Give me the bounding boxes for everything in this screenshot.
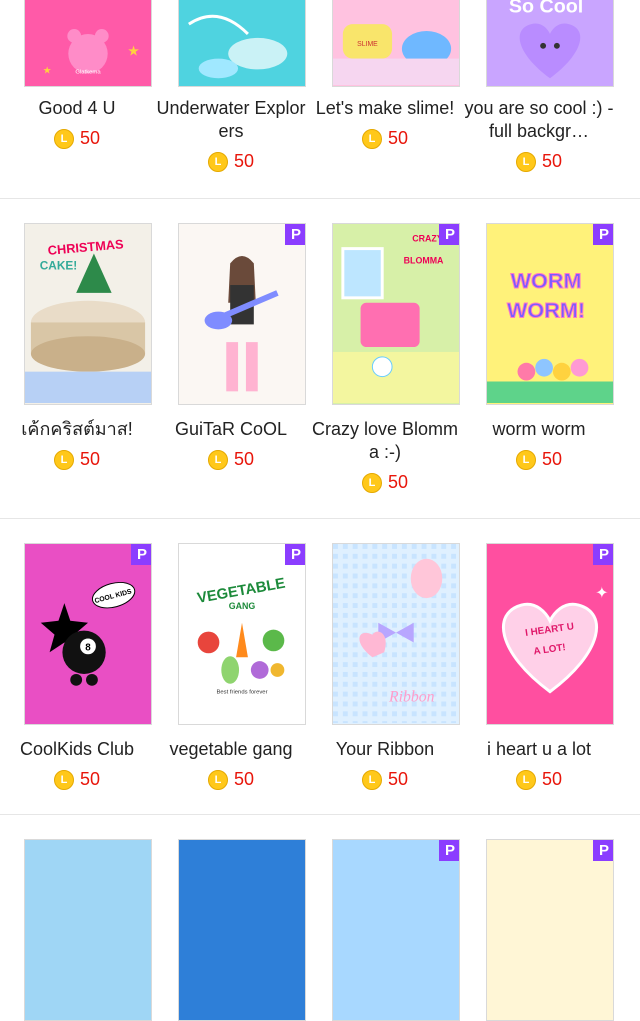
coin-icon: L [515,769,536,790]
thumbnail-text: CHRISTMAS [47,236,124,258]
theme-title: Good 4 U [38,98,116,118]
theme-price: L 50 [0,128,154,149]
theme-thumbnail[interactable]: SLIME [332,0,460,87]
row-divider [0,198,640,199]
theme-thumbnail[interactable]: Glatkema ★ ★ [24,0,152,87]
theme-thumbnail[interactable]: Ribbon [332,543,460,725]
theme-thumbnail[interactable]: WORM WORM! P [486,223,614,405]
price-value: 50 [541,769,563,789]
price-value: 50 [387,128,409,148]
thumbnail-text: Glatkema [75,69,101,75]
price-value: 50 [233,769,255,789]
theme-thumbnail[interactable]: CHRISTMAS CAKE! [24,223,152,405]
theme-price: L 50 [462,449,616,470]
thumbnail-text: Best friends forever [216,690,267,696]
price-value: 50 [79,769,101,789]
theme-title: เค้กคริสต์มาส! [21,419,133,439]
theme-price: L 50 [462,151,616,172]
thumbnail-text: BLOMMA [404,255,444,265]
theme-thumbnail[interactable] [24,839,152,1021]
coin-icon: L [207,769,228,790]
theme-price: L 50 [154,769,308,790]
theme-title: Crazy love Blomma :-) [311,419,459,462]
row-divider [0,518,640,519]
thumbnail-text: So Cool [509,0,583,17]
theme-thumbnail[interactable] [178,839,306,1021]
theme-thumbnail[interactable]: So Cool [486,0,614,87]
coin-icon: L [515,449,536,470]
premium-badge: P [439,224,459,245]
thumbnail-text: WORM! [507,298,585,323]
premium-badge: P [285,544,305,565]
price-value: 50 [79,128,101,148]
price-value: 50 [387,472,409,492]
thumbnail-text: WORM [511,268,582,293]
price-value: 50 [79,449,101,469]
premium-badge: P [131,544,151,565]
theme-thumbnail[interactable]: P [486,839,614,1021]
thumbnail-text: SLIME [357,41,378,48]
coin-icon: L [361,128,382,149]
price-value: 50 [541,151,563,171]
thumbnail-text: GANG [229,601,256,611]
theme-price: L 50 [462,769,616,790]
theme-thumbnail[interactable]: CRAZY BLOMMA P [332,223,460,405]
theme-title: vegetable gang [169,739,293,759]
price-value: 50 [233,449,255,469]
row-divider [0,814,640,815]
theme-thumbnail[interactable] [178,0,306,87]
theme-title: worm worm [492,419,586,439]
coin-icon: L [361,472,382,493]
price-value: 50 [387,769,409,789]
price-value: 50 [541,449,563,469]
theme-thumbnail[interactable]: COOL KIDS 8 P [24,543,152,725]
thumbnail-text: Ribbon [388,689,435,706]
coin-icon: L [53,128,74,149]
theme-price: L 50 [308,128,462,149]
theme-title: Underwater Explorers [156,98,306,141]
coin-icon: L [53,449,74,470]
premium-badge: P [593,544,613,565]
price-value: 50 [233,151,255,171]
coin-icon: L [53,769,74,790]
theme-title: Let's make slime! [315,98,455,118]
thumbnail-text: 8 [85,642,91,653]
theme-title: you are so cool :) - full backgr… [464,98,614,141]
thumbnail-text: CAKE! [40,258,77,272]
premium-badge: P [285,224,305,245]
thumbnail-text: ★ [127,44,139,59]
thumbnail-text: ★ [43,65,52,76]
premium-badge: P [593,840,613,861]
coin-icon: L [207,449,228,470]
theme-thumbnail[interactable]: VEGETABLE GANG Best friends forever P [178,543,306,725]
premium-badge: P [593,224,613,245]
theme-thumbnail[interactable]: I HEART UA LOT! ✦ P [486,543,614,725]
coin-icon: L [207,151,228,172]
theme-title: GuiTaR CoOL [174,419,288,439]
coin-icon: L [361,769,382,790]
theme-thumbnail[interactable]: P [332,839,460,1021]
theme-thumbnail[interactable]: P [178,223,306,405]
theme-price: L 50 [0,769,154,790]
theme-price: L 50 [0,449,154,470]
theme-price: L 50 [154,151,308,172]
theme-title: CoolKids Club [19,739,135,759]
theme-title: i heart u a lot [486,739,592,759]
theme-price: L 50 [308,769,462,790]
premium-badge: P [439,840,459,861]
thumbnail-text: ✦ [595,585,608,602]
theme-price: L 50 [308,472,462,493]
theme-price: L 50 [154,449,308,470]
coin-icon: L [515,151,536,172]
theme-title: Your Ribbon [335,739,435,759]
